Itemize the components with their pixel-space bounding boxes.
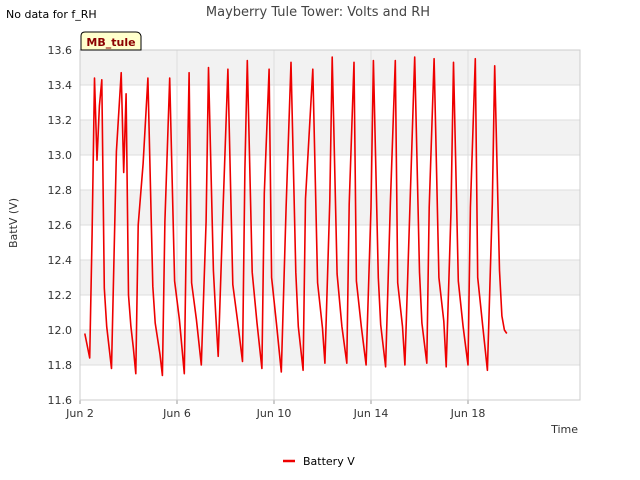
y-tick-label: 11.6 bbox=[48, 394, 73, 407]
chart-title: Mayberry Tule Tower: Volts and RH bbox=[206, 5, 430, 20]
y-axis-label: BattV (V) bbox=[7, 198, 20, 248]
chart: 11.6 11.8 12.0 12.2 12.4 12.6 12.8 13.0 13.2 13.4… bbox=[6, 5, 581, 468]
x-tick-label: Jun 18 bbox=[450, 407, 486, 420]
y-tick-label: 13.0 bbox=[48, 149, 73, 162]
x-tick-labels: Jun 2 Jun 6 Jun 10 Jun 14 Jun 18 bbox=[65, 407, 485, 420]
y-tick-label: 12.4 bbox=[48, 254, 73, 267]
x-tick-label: Jun 14 bbox=[353, 407, 389, 420]
x-axis-label: Time bbox=[550, 423, 578, 436]
station-badge: MB_tule bbox=[80, 31, 142, 51]
y-tick-label: 13.2 bbox=[48, 114, 73, 127]
badge-label: MB_tule bbox=[86, 36, 135, 49]
grid-band bbox=[80, 50, 580, 85]
x-tick-label: Jun 2 bbox=[65, 407, 94, 420]
y-tick-label: 12.2 bbox=[48, 289, 73, 302]
grid-band bbox=[80, 260, 580, 295]
grid-band bbox=[80, 330, 580, 365]
no-data-note: No data for f_RH bbox=[6, 8, 97, 21]
y-tick-label: 12.0 bbox=[48, 324, 73, 337]
y-tick-labels: 11.6 11.8 12.0 12.2 12.4 12.6 12.8 13.0 13.2 13.4… bbox=[48, 44, 73, 407]
y-tick-label: 12.8 bbox=[48, 184, 73, 197]
legend-label: Battery V bbox=[303, 455, 355, 468]
y-tick-label: 13.6 bbox=[48, 44, 73, 57]
legend: Battery V bbox=[283, 455, 355, 468]
y-tick-label: 12.6 bbox=[48, 219, 73, 232]
y-tick-label: 11.8 bbox=[48, 359, 73, 372]
y-tick-label: 13.4 bbox=[48, 79, 73, 92]
x-tick-label: Jun 10 bbox=[256, 407, 292, 420]
x-tick-label: Jun 6 bbox=[162, 407, 191, 420]
